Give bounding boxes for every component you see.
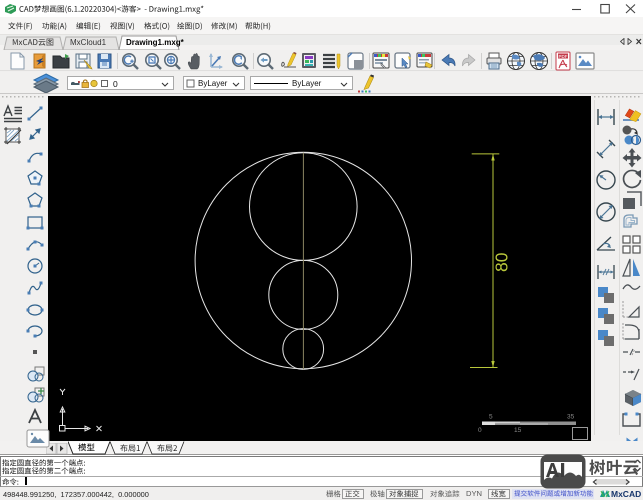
svg-text:PDF: PDF xyxy=(559,54,568,59)
svg-text:80: 80 xyxy=(492,252,512,272)
svg-text:15: 15 xyxy=(514,427,522,434)
svg-text:0: 0 xyxy=(478,427,482,434)
svg-text:35: 35 xyxy=(567,414,575,421)
svg-text:5: 5 xyxy=(489,414,493,421)
